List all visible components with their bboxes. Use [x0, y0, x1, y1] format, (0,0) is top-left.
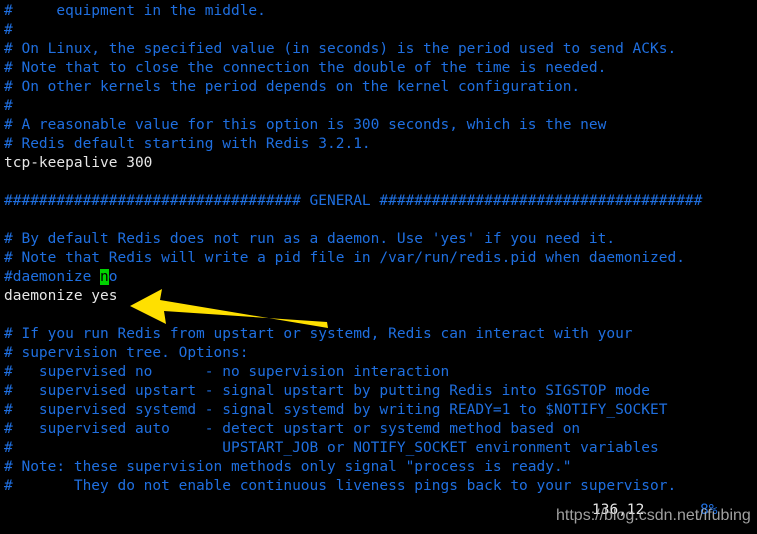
- watermark-url: https://blog.csdn.net/ifubing: [556, 507, 751, 524]
- text-line: # They do not enable continuous liveness…: [4, 478, 677, 494]
- text-line: # By default Redis does not run as a dae…: [4, 231, 616, 247]
- config-line-tcp-keepalive: tcp-keepalive 300: [4, 155, 153, 171]
- text-line: # Note: these supervision methods only s…: [4, 459, 572, 475]
- text-line: #: [4, 98, 13, 114]
- text-line: # UPSTART_JOB or NOTIFY_SOCKET environme…: [4, 440, 659, 456]
- terminal-window[interactable]: # equipment in the middle. # # On Linux,…: [0, 0, 757, 534]
- text-line: # Redis default starting with Redis 3.2.…: [4, 136, 371, 152]
- text-line: # Note that Redis will write a pid file …: [4, 250, 685, 266]
- text-line: # On other kernels the period depends on…: [4, 79, 581, 95]
- editor-text-buffer[interactable]: # equipment in the middle. # # On Linux,…: [4, 2, 754, 496]
- text-line: # On Linux, the specified value (in seco…: [4, 41, 677, 57]
- text-line: # supervised auto - detect upstart or sy…: [4, 421, 581, 437]
- daemonize-comment-prefix: #daemonize: [4, 269, 101, 285]
- config-line-daemonize: daemonize yes: [4, 288, 118, 304]
- daemonize-comment-suffix: o: [108, 269, 118, 285]
- text-line: # supervised systemd - signal systemd by…: [4, 402, 668, 418]
- text-line: # Note that to close the connection the …: [4, 60, 607, 76]
- text-line: # supervised upstart - signal upstart by…: [4, 383, 651, 399]
- section-separator-general: ################################## GENER…: [4, 193, 703, 209]
- text-line: # supervision tree. Options:: [4, 345, 249, 361]
- text-line: # supervised no - no supervision interac…: [4, 364, 450, 380]
- text-line: # equipment in the middle.: [4, 3, 266, 19]
- text-line: # If you run Redis from upstart or syste…: [4, 326, 633, 342]
- commented-daemonize-line: #daemonize no: [4, 268, 754, 287]
- text-cursor: n: [100, 269, 109, 285]
- text-line: # A reasonable value for this option is …: [4, 117, 607, 133]
- text-line: #: [4, 22, 13, 38]
